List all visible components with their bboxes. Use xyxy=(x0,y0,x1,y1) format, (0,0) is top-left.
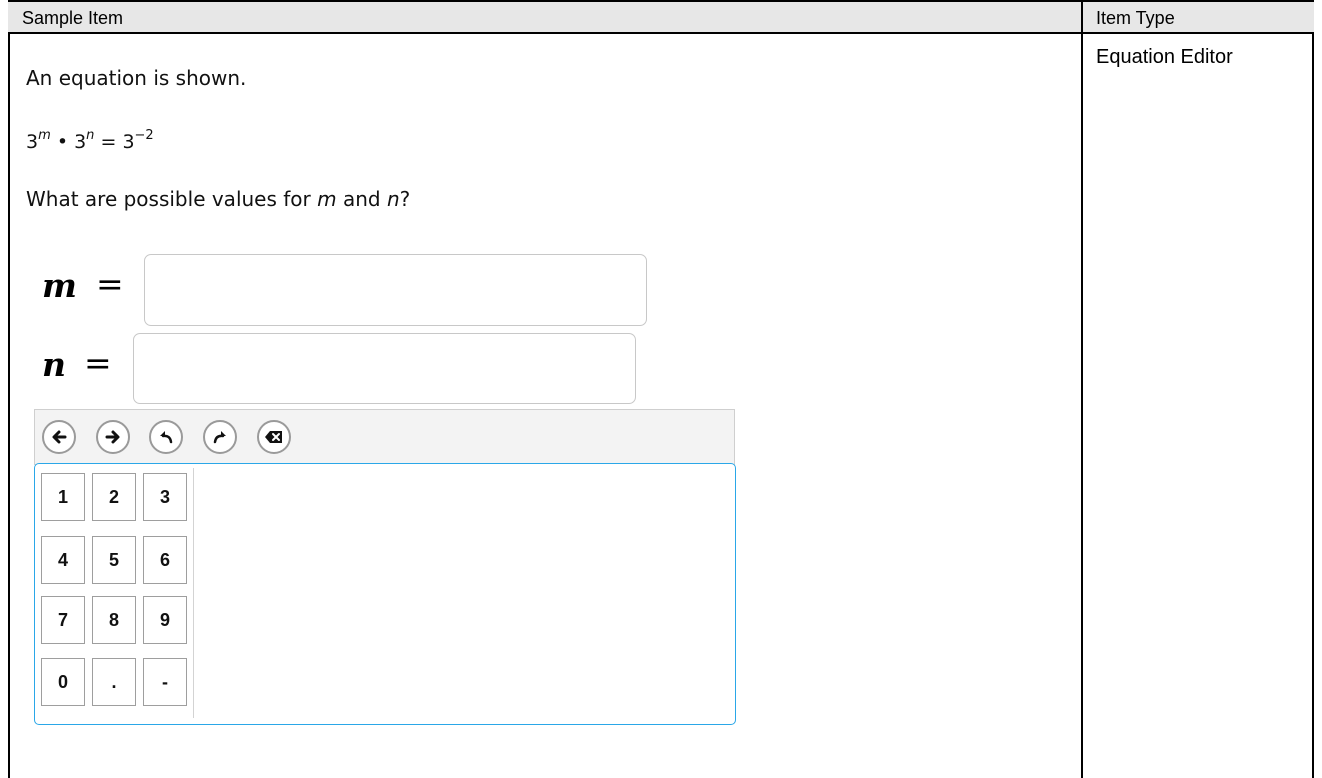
undo-icon xyxy=(160,431,173,444)
prompt-var-m: m xyxy=(317,187,337,211)
n-equals: = xyxy=(84,343,112,382)
arrow-left-icon xyxy=(52,430,67,444)
key-0[interactable]: 0 xyxy=(41,658,85,706)
item-type-value: Equation Editor xyxy=(1096,46,1233,68)
key-decimal[interactable]: . xyxy=(92,658,136,706)
redo-button[interactable] xyxy=(203,420,237,454)
prompt-text-end: ? xyxy=(399,187,411,211)
arrow-right-icon xyxy=(105,430,120,444)
question-intro: An equation is shown. xyxy=(26,66,247,90)
m-label: m xyxy=(42,266,77,305)
keypad-panel xyxy=(34,463,736,725)
editor-toolbar xyxy=(34,409,735,465)
key-9[interactable]: 9 xyxy=(143,596,187,644)
backspace-button[interactable] xyxy=(257,420,291,454)
key-5[interactable]: 5 xyxy=(92,536,136,584)
column-divider xyxy=(1081,0,1083,778)
n-answer-field[interactable] xyxy=(133,333,636,404)
eq-exp-3: −2 xyxy=(134,128,154,143)
backspace-icon xyxy=(265,431,282,443)
redo-icon xyxy=(213,431,226,444)
eq-exp-2: n xyxy=(86,128,95,143)
move-right-button[interactable] xyxy=(96,420,130,454)
key-7[interactable]: 7 xyxy=(41,596,85,644)
key-8[interactable]: 8 xyxy=(92,596,136,644)
eq-base-1: 3 xyxy=(26,131,39,153)
keypad-separator xyxy=(193,468,194,718)
key-3[interactable]: 3 xyxy=(143,473,187,521)
prompt-text-start: What are possible values for xyxy=(26,187,318,211)
key-4[interactable]: 4 xyxy=(41,536,85,584)
header-item-type: Item Type xyxy=(1096,8,1175,28)
question-prompt: What are possible values for m and n? xyxy=(26,187,410,211)
eq-base-2: 3 xyxy=(74,131,87,153)
eq-op: • xyxy=(56,131,69,153)
move-left-button[interactable] xyxy=(42,420,76,454)
eq-equals: = xyxy=(100,131,117,153)
key-6[interactable]: 6 xyxy=(143,536,187,584)
key-2[interactable]: 2 xyxy=(92,473,136,521)
key-1[interactable]: 1 xyxy=(41,473,85,521)
undo-button[interactable] xyxy=(149,420,183,454)
n-label: n xyxy=(42,345,66,384)
equation: 3m • 3n = 3−2 xyxy=(26,128,154,153)
header-sample-item: Sample Item xyxy=(22,8,124,28)
prompt-text-and: and xyxy=(336,187,387,211)
key-minus[interactable]: - xyxy=(143,658,187,706)
m-answer-field[interactable] xyxy=(144,254,647,326)
prompt-var-n: n xyxy=(386,187,400,211)
eq-base-3: 3 xyxy=(122,131,135,153)
eq-exp-1: m xyxy=(38,128,51,143)
m-equals: = xyxy=(96,264,124,303)
